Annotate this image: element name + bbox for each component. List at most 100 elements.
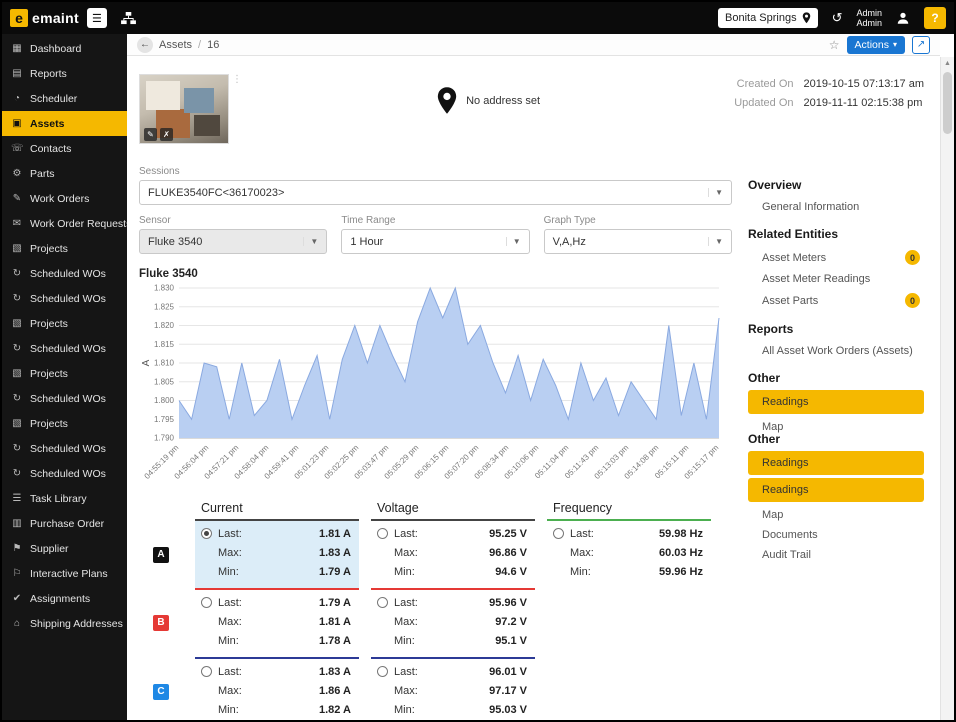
metric-cell-b-voltage: Last:95.96 VMax:97.2 VMin:95.1 V [371, 588, 535, 657]
svg-text:A: A [141, 359, 152, 366]
right-panel-item-readings[interactable]: Readings [748, 451, 924, 475]
breadcrumb: ← Assets / 16 ☆ Actions ▾ ↗ [127, 34, 940, 56]
emaint-logo-text: emaint [32, 10, 79, 26]
stat-label: Last: [394, 666, 418, 678]
site-selector-button[interactable]: Bonita Springs [718, 8, 818, 28]
stat-row: Last:1.83 A [195, 662, 359, 681]
series-radio-b-voltage[interactable] [377, 597, 388, 608]
sidebar-item-scheduled-wos[interactable]: ↻Scheduled WOs [2, 461, 127, 486]
photo-menu-icon[interactable]: ⋮ [232, 74, 242, 85]
shipping-addresses-icon: ⌂ [11, 618, 23, 629]
sidebar-item-label: Reports [30, 68, 67, 80]
right-panel-item-asset-parts[interactable]: Asset Parts0 [748, 289, 924, 312]
right-panel-heading-related-entities: Related Entities [748, 227, 924, 241]
series-radio-b-current[interactable] [201, 597, 212, 608]
record-nav-panel: OverviewGeneral InformationRelated Entit… [748, 166, 924, 720]
emaint-logo-icon: e [10, 9, 28, 27]
time-range-select[interactable]: 1 Hour ▼ [341, 229, 529, 254]
series-radio-a-voltage[interactable] [377, 528, 388, 539]
sidebar-item-purchase-order[interactable]: ▥Purchase Order [2, 511, 127, 536]
scroll-up-arrow-icon[interactable]: ▲ [941, 57, 954, 70]
sidebar-item-scheduled-wos[interactable]: ↻Scheduled WOs [2, 336, 127, 361]
breadcrumb-section[interactable]: Assets [159, 39, 192, 51]
stat-row: Last:59.98 Hz [547, 524, 711, 543]
right-panel-heading-other: Other [748, 432, 924, 446]
right-panel-item-label: Documents [762, 529, 818, 541]
sidebar-item-interactive-plans[interactable]: ⚐Interactive Plans [2, 561, 127, 586]
right-panel-item-asset-meters[interactable]: Asset Meters0 [748, 246, 924, 269]
open-new-window-button[interactable]: ↗ [912, 36, 930, 54]
sessions-select[interactable]: FLUKE3540FC<36170023> ▼ [139, 180, 732, 205]
sessions-select-value: FLUKE3540FC<36170023> [148, 187, 284, 199]
sidebar-item-assignments[interactable]: ✔Assignments [2, 586, 127, 611]
sidebar-item-work-order-requests[interactable]: ✉Work Order Requests [2, 211, 127, 236]
sidebar-item-assets[interactable]: ▣Assets [2, 111, 127, 136]
series-radio-a-frequency[interactable] [553, 528, 564, 539]
stat-row: Max:1.81 A [195, 612, 359, 631]
sidebar-item-scheduled-wos[interactable]: ↻Scheduled WOs [2, 436, 127, 461]
asset-photo[interactable]: ✎ ✗ [139, 74, 229, 144]
right-panel-item-audit-trail[interactable]: Audit Trail [748, 545, 924, 565]
sidebar-item-projects[interactable]: ▧Projects [2, 236, 127, 261]
right-panel-item-all-asset-work-orders-assets[interactable]: All Asset Work Orders (Assets) [748, 341, 924, 361]
back-button[interactable]: ← [137, 37, 153, 53]
right-panel-item-readings[interactable]: Readings [748, 478, 924, 502]
svg-text:1.790: 1.790 [154, 434, 175, 443]
sidebar-item-reports[interactable]: ▤Reports [2, 61, 127, 86]
sidebar-item-contacts[interactable]: ☏Contacts [2, 136, 127, 161]
delete-photo-icon[interactable]: ✗ [160, 128, 173, 141]
work-order-requests-icon: ✉ [11, 218, 23, 229]
sidebar-item-projects[interactable]: ▧Projects [2, 411, 127, 436]
help-button[interactable]: ? [924, 7, 946, 29]
sidebar-item-scheduled-wos[interactable]: ↻Scheduled WOs [2, 286, 127, 311]
menu-toggle-button[interactable]: ☰ [87, 8, 107, 28]
scheduled-wos-icon: ↻ [11, 293, 23, 304]
series-radio-c-current[interactable] [201, 666, 212, 677]
sidebar-item-supplier[interactable]: ⚑Supplier [2, 536, 127, 561]
metric-cell-a-voltage: Last:95.25 VMax:96.86 VMin:94.6 V [371, 521, 535, 588]
sidebar-item-label: Work Orders [30, 193, 89, 205]
actions-button[interactable]: Actions ▾ [847, 36, 905, 54]
sidebar-item-shipping-addresses[interactable]: ⌂Shipping Addresses [2, 611, 127, 636]
stat-row: Min:94.6 V [371, 562, 535, 581]
stat-value: 1.83 A [319, 666, 351, 678]
series-radio-a-current[interactable] [201, 528, 212, 539]
right-panel-item-general-information[interactable]: General Information [748, 197, 924, 217]
edit-photo-icon[interactable]: ✎ [144, 128, 157, 141]
right-panel-item-map[interactable]: Map [748, 505, 924, 525]
interactive-plans-icon: ⚐ [11, 568, 23, 579]
sidebar-item-scheduled-wos[interactable]: ↻Scheduled WOs [2, 386, 127, 411]
stat-label: Max: [394, 616, 418, 628]
right-panel-item-asset-meter-readings[interactable]: Asset Meter Readings [748, 269, 924, 289]
user-icon [896, 11, 910, 25]
phase-badge-cell: C [139, 657, 183, 720]
sensor-select[interactable]: Fluke 3540 ▼ [139, 229, 327, 254]
right-panel-item-documents[interactable]: Documents [748, 525, 924, 545]
sidebar-item-scheduled-wos[interactable]: ↻Scheduled WOs [2, 261, 127, 286]
sitemap-button[interactable] [115, 11, 142, 26]
breadcrumb-record-id: 16 [207, 39, 219, 51]
series-radio-c-voltage[interactable] [377, 666, 388, 677]
chevron-down-icon: ▼ [708, 188, 723, 197]
stat-label: Min: [394, 635, 415, 647]
graph-type-select[interactable]: V,A,Hz ▼ [544, 229, 732, 254]
sidebar-item-dashboard[interactable]: ▦Dashboard [2, 36, 127, 61]
favorite-star-icon[interactable]: ☆ [829, 38, 840, 52]
stat-row: Min:1.79 A [195, 562, 359, 581]
right-panel-item-readings[interactable]: Readings [748, 390, 924, 414]
stat-row: Last:1.81 A [195, 524, 359, 543]
user-button[interactable] [890, 10, 916, 26]
stat-value: 95.1 V [495, 635, 527, 647]
purchase-order-icon: ▥ [11, 518, 23, 529]
sidebar-item-projects[interactable]: ▧Projects [2, 311, 127, 336]
sidebar-item-parts[interactable]: ⚙Parts [2, 161, 127, 186]
sidebar-item-work-orders[interactable]: ✎ Work Orders [2, 186, 127, 211]
history-button[interactable]: ↺ [826, 9, 849, 27]
sidebar-item-projects[interactable]: ▧Projects [2, 361, 127, 386]
vertical-scrollbar[interactable]: ▲ [940, 57, 954, 720]
scrollbar-thumb[interactable] [943, 72, 952, 134]
work-orders-icon: ✎ [11, 193, 23, 204]
stat-label: Max: [218, 547, 242, 559]
sidebar-item-scheduler[interactable]: ◔Scheduler [2, 86, 127, 111]
sidebar-item-task-library[interactable]: ☰Task Library [2, 486, 127, 511]
